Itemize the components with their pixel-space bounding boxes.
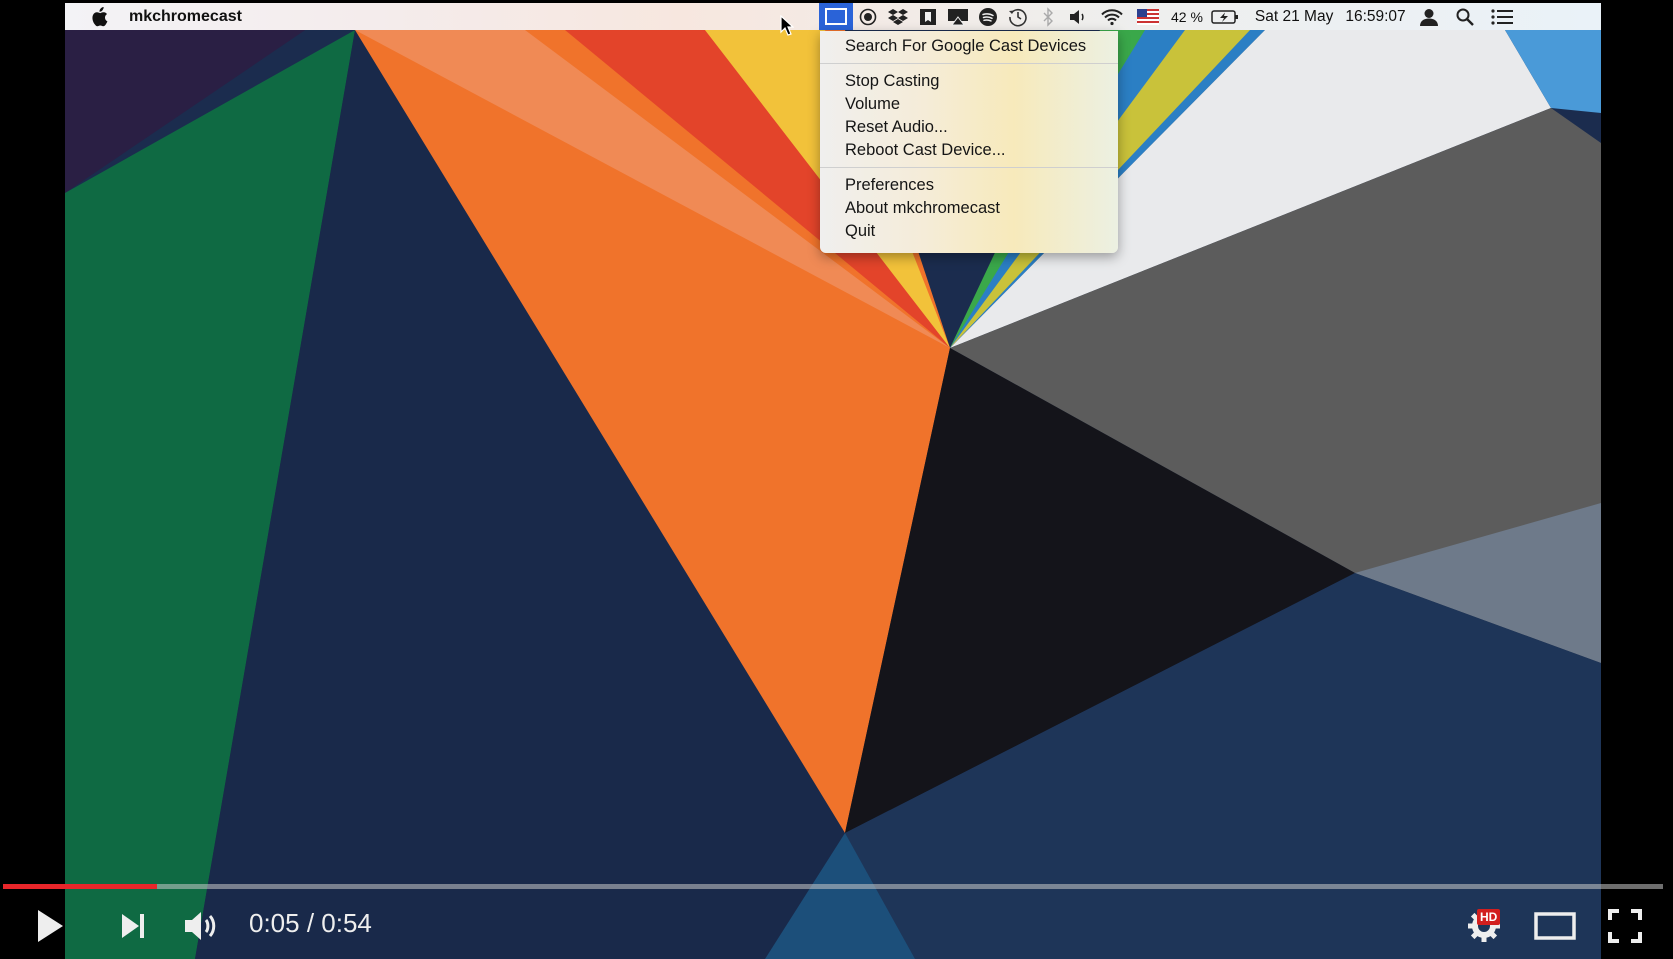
bluetooth-icon[interactable] <box>1033 3 1063 30</box>
app-name[interactable]: mkchromecast <box>129 8 242 26</box>
status-menu-area: 42 % Sat 21 May 16:59:07 <box>819 3 1520 30</box>
progress-played <box>3 884 158 889</box>
airplay-icon[interactable] <box>943 3 973 30</box>
menu-item-stop-casting[interactable]: Stop Casting <box>820 70 1118 93</box>
macos-menu-bar: mkchromecast 42 % Sat 21 May 16:59:07 <box>65 3 1601 30</box>
menu-item-reboot-device[interactable]: Reboot Cast Device... <box>820 139 1118 162</box>
progress-bar[interactable] <box>3 884 1663 889</box>
dropbox-icon[interactable] <box>883 3 913 30</box>
menu-item-reset-audio[interactable]: Reset Audio... <box>820 116 1118 139</box>
user-icon[interactable] <box>1412 3 1446 30</box>
wifi-icon[interactable] <box>1093 3 1131 30</box>
fullscreen-icon <box>1608 909 1642 943</box>
search-icon[interactable] <box>1446 3 1484 30</box>
play-icon <box>38 910 63 942</box>
menu-item-search-devices[interactable]: Search For Google Cast Devices <box>820 35 1118 58</box>
cast-dropdown-menu: Search For Google Cast Devices Stop Cast… <box>820 31 1118 253</box>
volume-icon <box>185 912 216 940</box>
fullscreen-button[interactable] <box>1605 906 1645 946</box>
time-machine-icon[interactable] <box>1003 3 1033 30</box>
next-button[interactable] <box>113 906 153 946</box>
notification-list-icon[interactable] <box>1484 3 1520 30</box>
menu-item-preferences[interactable]: Preferences <box>820 174 1118 197</box>
cast-icon[interactable] <box>819 3 853 30</box>
spotify-icon[interactable] <box>973 3 1003 30</box>
mouse-cursor-icon <box>780 15 794 36</box>
menubar-date[interactable]: Sat 21 May <box>1255 8 1333 26</box>
menu-item-volume[interactable]: Volume <box>820 93 1118 116</box>
volume-icon[interactable] <box>1063 3 1093 30</box>
play-button[interactable] <box>30 906 70 946</box>
theater-mode-button[interactable] <box>1530 906 1580 946</box>
menubar-clock[interactable]: 16:59:07 <box>1345 8 1405 26</box>
time-display: 0:05 / 0:54 <box>249 908 372 938</box>
bookmark-icon[interactable] <box>913 3 943 30</box>
us-flag-icon[interactable] <box>1131 3 1165 30</box>
battery-percentage[interactable]: 42 % <box>1171 9 1203 25</box>
theater-mode-icon <box>1534 912 1576 940</box>
apple-icon[interactable] <box>87 5 111 29</box>
battery-icon[interactable] <box>1209 3 1241 30</box>
video-player[interactable]: mkchromecast 42 % Sat 21 May 16:59:07 Se… <box>0 0 1673 959</box>
menu-item-about[interactable]: About mkchromecast <box>820 197 1118 220</box>
menu-separator <box>820 167 1118 168</box>
next-icon <box>122 914 144 938</box>
video-frame[interactable]: mkchromecast 42 % Sat 21 May 16:59:07 Se… <box>65 3 1601 959</box>
record-icon[interactable] <box>853 3 883 30</box>
menu-separator <box>820 63 1118 64</box>
menu-item-quit[interactable]: Quit <box>820 220 1118 243</box>
volume-button[interactable] <box>180 906 222 946</box>
hd-badge: HD <box>1477 909 1501 925</box>
